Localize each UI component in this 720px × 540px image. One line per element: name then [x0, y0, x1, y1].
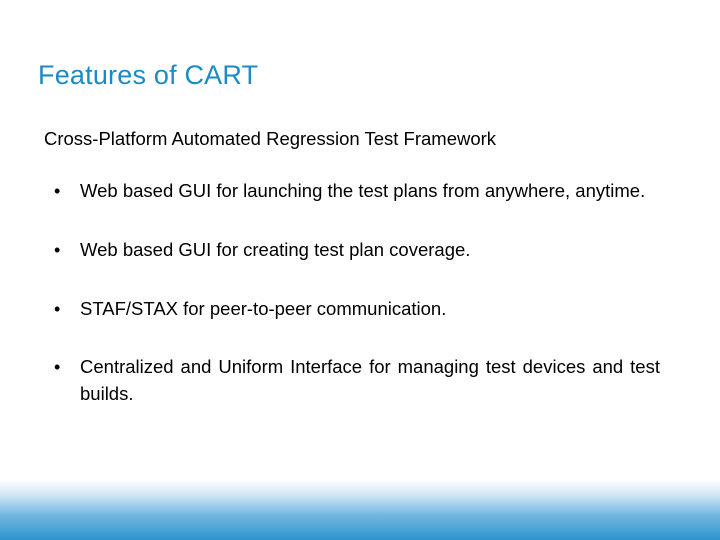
- slide: Features of CART Cross-Platform Automate…: [0, 0, 720, 540]
- list-item: Centralized and Uniform Interface for ma…: [44, 354, 660, 408]
- list-item: STAF/STAX for peer-to-peer communication…: [44, 296, 660, 323]
- list-item: Web based GUI for launching the test pla…: [44, 178, 660, 205]
- slide-subtitle: Cross-Platform Automated Regression Test…: [44, 128, 496, 150]
- bullet-list: Web based GUI for launching the test pla…: [44, 178, 660, 440]
- footer-gradient-bar: [0, 480, 720, 540]
- slide-title: Features of CART: [38, 60, 258, 91]
- list-item: Web based GUI for creating test plan cov…: [44, 237, 660, 264]
